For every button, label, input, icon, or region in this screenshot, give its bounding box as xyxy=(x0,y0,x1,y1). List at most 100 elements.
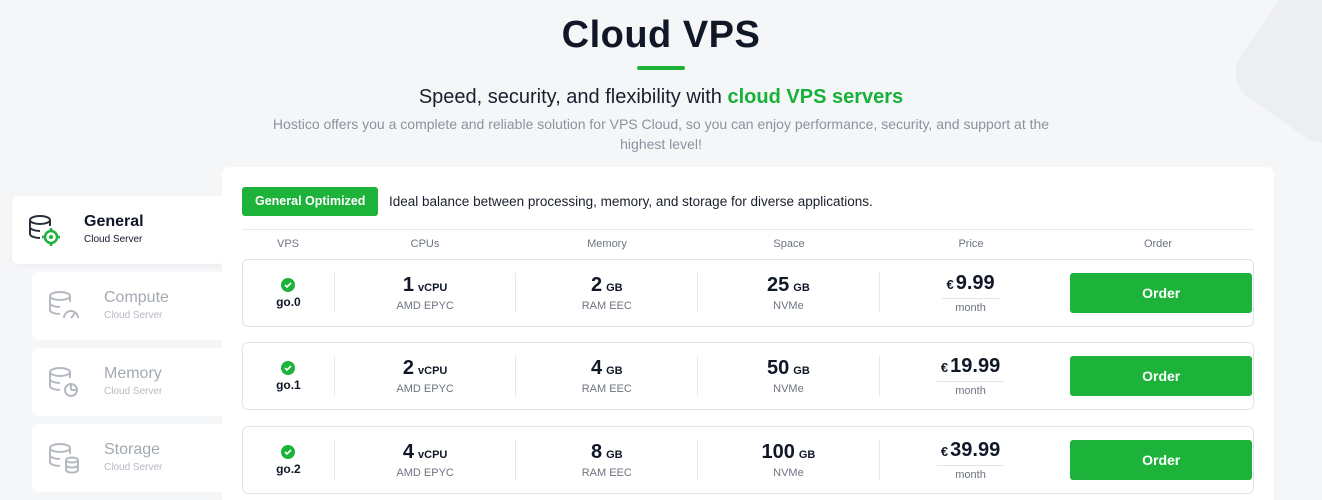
nav-item-compute[interactable]: Compute Cloud Server xyxy=(32,272,224,340)
price-amount: 39.99 xyxy=(950,439,1001,461)
space-amount: 100 xyxy=(761,441,795,463)
price-value: €19.99 xyxy=(936,355,1005,382)
cpu-unit: vCPU xyxy=(418,365,448,377)
nav-label: General xyxy=(84,213,144,230)
category-badge: General Optimized xyxy=(242,187,379,216)
currency: € xyxy=(940,444,949,459)
order-cell: Order xyxy=(1061,440,1253,480)
order-button[interactable]: Order xyxy=(1070,356,1253,396)
nav-sub: Cloud Server xyxy=(104,386,163,397)
space-amount: 50 xyxy=(767,357,790,379)
description: Hostico offers you a complete and reliab… xyxy=(272,116,1050,152)
server-gauge-icon xyxy=(49,291,79,319)
plan-name: go.0 xyxy=(276,294,301,309)
price-amount: 19.99 xyxy=(950,355,1001,377)
cpu-sub: AMD EPYC xyxy=(396,383,454,395)
space-amount: 25 xyxy=(767,274,790,296)
space-sub: NVMe xyxy=(773,300,804,312)
header-memory: Memory xyxy=(587,238,627,250)
subtitle-accent: cloud VPS servers xyxy=(727,86,904,108)
cpu-cell: 1 vCPU AMD EPYC xyxy=(335,273,517,313)
memory-unit: GB xyxy=(606,282,623,294)
header-order: Order xyxy=(1143,238,1173,250)
header-price: Price xyxy=(958,238,984,250)
nav-item-memory[interactable]: Memory Cloud Server xyxy=(32,348,224,416)
plan-row: go.1 2 vCPU AMD EPYC 4 GB RAM EEC 50 GB NVM… xyxy=(242,342,1254,410)
subtitle: Speed, security, and flexibility with cl… xyxy=(0,84,1322,110)
memory-amount: 8 xyxy=(590,441,603,463)
memory-cell: 4 GB RAM EEC xyxy=(516,356,699,396)
plan-cell: go.2 xyxy=(243,440,335,480)
nav-label: Storage xyxy=(104,441,161,458)
cpu-cell: 4 vCPU AMD EPYC xyxy=(335,440,517,480)
header-cpu: CPUs xyxy=(410,238,440,250)
space-sub: NVMe xyxy=(773,467,804,479)
header-vps: VPS xyxy=(276,238,299,250)
price-cell: €9.99 month xyxy=(880,272,1062,314)
plan-cell: go.0 xyxy=(243,273,335,313)
space-cell: 100 GB NVMe xyxy=(698,440,880,480)
plan-row: go.0 1 vCPU AMD EPYC 2 GB RAM EEC 25 GB NVM… xyxy=(242,259,1254,327)
memory-amount: 2 xyxy=(590,274,603,296)
plan-name: go.2 xyxy=(276,461,301,476)
space-unit: GB xyxy=(798,449,816,461)
nav-sub: Cloud Server xyxy=(104,310,163,321)
nav-item-storage[interactable]: Storage Cloud Server xyxy=(32,424,224,492)
cpu-count: 4 xyxy=(402,441,415,463)
memory-value: 4 GB xyxy=(591,357,623,382)
cpu-value: 2 vCPU xyxy=(403,357,447,382)
subtitle-text: Speed, security, and flexibility with xyxy=(418,86,728,108)
space-value: 50 GB xyxy=(767,357,810,382)
price-value: €9.99 xyxy=(942,272,999,299)
category-nav: General Cloud Server Compute Cloud Serve… xyxy=(12,196,224,500)
cpu-unit: vCPU xyxy=(418,449,448,461)
memory-sub: RAM EEC xyxy=(581,383,632,395)
space-cell: 25 GB NVMe xyxy=(698,273,880,313)
memory-sub: RAM EEC xyxy=(581,467,632,479)
space-unit: GB xyxy=(793,365,810,377)
space-unit: GB xyxy=(793,282,810,294)
cpu-unit: vCPU xyxy=(418,282,448,294)
cpu-count: 2 xyxy=(402,357,415,379)
memory-cell: 2 GB RAM EEC xyxy=(516,273,699,313)
memory-value: 2 GB xyxy=(591,274,623,299)
space-cell: 50 GB NVMe xyxy=(698,356,880,396)
price-cell: €39.99 month xyxy=(880,439,1062,481)
cpu-count: 1 xyxy=(402,274,415,296)
header-space: Space xyxy=(773,238,805,250)
nav-item-general[interactable]: General Cloud Server xyxy=(12,196,224,264)
cpu-value: 4 vCPU xyxy=(403,441,447,466)
nav-label: Compute xyxy=(104,289,169,306)
price-period: month xyxy=(955,469,986,481)
plan-cell: go.1 xyxy=(243,356,335,396)
price-period: month xyxy=(955,302,986,314)
memory-value: 8 GB xyxy=(591,441,623,466)
nav-label: Memory xyxy=(104,365,162,382)
table-header: VPS CPUs Memory Space Price Order xyxy=(242,229,1254,257)
plan-name: go.1 xyxy=(276,377,301,392)
nav-sub: Cloud Server xyxy=(104,462,163,473)
check-icon xyxy=(281,360,296,375)
pricing-panel: General Optimized Ideal balance between … xyxy=(222,167,1274,500)
price-amount: 9.99 xyxy=(955,272,995,294)
price-value: €39.99 xyxy=(936,439,1005,466)
cpu-cell: 2 vCPU AMD EPYC xyxy=(335,356,517,396)
space-sub: NVMe xyxy=(773,383,804,395)
page-title: Cloud VPS xyxy=(561,14,761,56)
cpu-sub: AMD EPYC xyxy=(396,467,454,479)
hero-section: Cloud VPS Speed, security, and flexibili… xyxy=(0,0,1322,154)
order-button[interactable]: Order xyxy=(1070,440,1253,480)
nav-sub: Cloud Server xyxy=(84,234,143,245)
currency: € xyxy=(940,360,949,375)
memory-sub: RAM EEC xyxy=(581,300,632,312)
server-pie-icon xyxy=(49,367,78,397)
cpu-value: 1 vCPU xyxy=(403,274,447,299)
order-button[interactable]: Order xyxy=(1070,273,1253,313)
memory-unit: GB xyxy=(606,365,623,377)
currency: € xyxy=(946,277,954,292)
price-period: month xyxy=(955,385,986,397)
memory-cell: 8 GB RAM EEC xyxy=(516,440,699,480)
cpu-sub: AMD EPYC xyxy=(396,300,454,312)
check-icon xyxy=(281,277,296,292)
order-cell: Order xyxy=(1061,356,1253,396)
